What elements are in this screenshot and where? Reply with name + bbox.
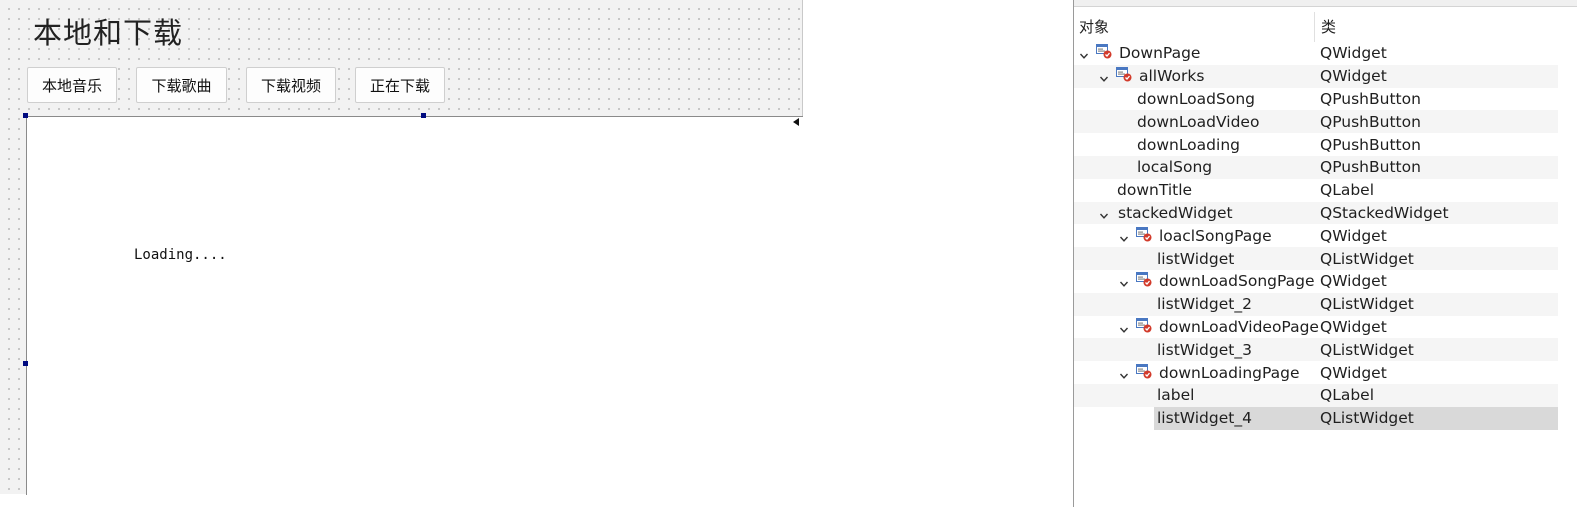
class-name-label: QWidget <box>1320 272 1387 291</box>
page-title: 本地和下载 <box>33 16 184 50</box>
tree-row-listwidget[interactable]: listWidget QListWidget <box>1074 247 1558 270</box>
tree-row-downloadvideopage[interactable]: downLoadVideoPage QWidget <box>1074 316 1558 339</box>
object-name-cell: downLoadSong <box>1074 88 1315 111</box>
resize-handle-top-left[interactable] <box>23 113 28 118</box>
download-songs-button[interactable]: 下载歌曲 <box>136 67 227 103</box>
object-name-label: downLoadVideoPage <box>1159 317 1319 336</box>
tree-row-loaclsongpage[interactable]: loaclSongPage QWidget <box>1074 224 1558 247</box>
object-name-label: stackedWidget <box>1118 203 1233 222</box>
object-name-cell: listWidget_4 <box>1074 407 1315 430</box>
object-name-cell: allWorks <box>1074 65 1315 88</box>
object-name-cell: localSong <box>1074 156 1315 179</box>
tree-row-stackedwidget[interactable]: stackedWidget QStackedWidget <box>1074 201 1558 225</box>
tree-row-listwidget-3[interactable]: listWidget_3 QListWidget <box>1074 338 1558 362</box>
object-name-label: downLoadSong <box>1137 89 1255 108</box>
object-name-cell: listWidget_2 <box>1074 293 1315 316</box>
object-name-cell: listWidget_3 <box>1074 338 1315 361</box>
chevron-down-icon[interactable] <box>1119 230 1129 242</box>
class-name-label: QPushButton <box>1320 112 1421 131</box>
object-name-label: listWidget_3 <box>1157 340 1252 359</box>
object-name-label: listWidget <box>1157 249 1235 268</box>
tree-row-listwidget-2[interactable]: listWidget_2 QListWidget <box>1074 292 1558 316</box>
chevron-down-icon[interactable] <box>1119 367 1129 379</box>
class-name-label: QWidget <box>1320 67 1387 86</box>
class-name-label: QStackedWidget <box>1320 203 1449 222</box>
tree-row-allworks[interactable]: allWorks QWidget <box>1074 64 1558 88</box>
downloading-button[interactable]: 正在下载 <box>355 67 445 103</box>
object-name-cell: downLoadVideoPage <box>1074 316 1319 339</box>
resize-handle-middle-left[interactable] <box>23 361 28 366</box>
class-name-label: QWidget <box>1320 44 1387 63</box>
object-name-label: loaclSongPage <box>1159 226 1272 245</box>
object-name-cell: downTitle <box>1074 179 1315 202</box>
object-name-label: DownPage <box>1119 44 1201 63</box>
class-name-label: QPushButton <box>1320 158 1421 177</box>
object-name-cell: listWidget <box>1074 247 1315 270</box>
tree-row-listwidget-4[interactable]: listWidget_4 QListWidget <box>1074 406 1558 430</box>
loading-label: Loading.... <box>134 247 227 263</box>
class-name-label: QListWidget <box>1320 409 1414 428</box>
tree-row-downloadsong[interactable]: downLoadSong QPushButton <box>1074 88 1558 111</box>
class-name-label: QListWidget <box>1320 249 1414 268</box>
object-name-cell: stackedWidget <box>1074 202 1315 225</box>
object-name-cell: downLoadSongPage <box>1074 270 1315 293</box>
tree-row-downpage[interactable]: DownPage QWidget <box>1074 42 1558 65</box>
tree-row-downloadvideo[interactable]: downLoadVideo QPushButton <box>1074 110 1558 134</box>
widget-icon <box>1096 44 1112 59</box>
class-name-label: QLabel <box>1320 386 1375 405</box>
widget-icon <box>1136 226 1152 242</box>
page-switch-arrow-icon[interactable] <box>793 118 799 126</box>
object-name-label: downLoadVideo <box>1137 112 1260 131</box>
object-name-label: localSong <box>1137 158 1213 177</box>
class-name-label: QListWidget <box>1320 295 1414 314</box>
tree-row-label[interactable]: label QLabel <box>1074 383 1558 407</box>
chevron-down-icon[interactable] <box>1119 275 1129 288</box>
tree-row-downloadsongpage[interactable]: downLoadSongPage QWidget <box>1074 270 1558 293</box>
object-name-label: downLoadingPage <box>1159 363 1300 382</box>
widget-icon <box>1136 317 1152 333</box>
tree-row-localsong[interactable]: localSong QPushButton <box>1074 155 1558 179</box>
object-name-cell: DownPage <box>1074 42 1315 65</box>
object-name-cell: downLoading <box>1074 133 1315 156</box>
form-canvas[interactable]: 本地和下载 本地音乐 下载歌曲 下载视频 正在下载 Loading.... <box>0 0 803 495</box>
object-name-label: allWorks <box>1139 67 1205 86</box>
object-name-cell: loaclSongPage <box>1074 224 1315 247</box>
object-name-label: listWidget_4 <box>1157 409 1252 428</box>
class-name-label: QLabel <box>1320 181 1375 200</box>
chevron-down-icon[interactable] <box>1099 70 1109 83</box>
inspector-header: 对象 类 <box>1074 12 1558 42</box>
object-name-cell: downLoadingPage <box>1074 361 1315 384</box>
local-music-button[interactable]: 本地音乐 <box>27 67 117 103</box>
object-name-label: listWidget_2 <box>1157 295 1252 314</box>
class-name-label: QWidget <box>1320 317 1387 336</box>
object-inspector: 对象 类 DownPage QWidget allWorks QWidget down… <box>1073 0 1577 507</box>
chevron-down-icon[interactable] <box>1099 207 1109 219</box>
widget-icon <box>1136 272 1152 287</box>
chevron-down-icon[interactable] <box>1079 47 1089 60</box>
object-name-label: downTitle <box>1117 181 1193 200</box>
column-header-object[interactable]: 对象 <box>1074 12 1315 42</box>
object-name-cell: downLoadVideo <box>1074 110 1315 133</box>
class-name-label: QPushButton <box>1320 135 1421 154</box>
class-name-label: QWidget <box>1320 226 1387 245</box>
tree-row-downloading[interactable]: downLoading QPushButton <box>1074 133 1558 156</box>
tree-row-downloadingpage[interactable]: downLoadingPage QWidget <box>1074 361 1558 384</box>
resize-handle-top-middle[interactable] <box>421 113 426 118</box>
object-name-cell: label <box>1074 384 1315 407</box>
object-name-label: downLoadSongPage <box>1159 272 1315 291</box>
object-name-label: downLoading <box>1137 135 1240 154</box>
tree-row-downtitle[interactable]: downTitle QLabel <box>1074 179 1558 202</box>
inspector-title-strip <box>1074 0 1577 7</box>
class-name-label: QListWidget <box>1320 340 1414 359</box>
object-name-label: label <box>1157 386 1195 405</box>
stacked-widget[interactable]: Loading.... <box>26 116 803 495</box>
object-tree: DownPage QWidget allWorks QWidget downLoadS… <box>1074 42 1558 430</box>
class-name-label: QWidget <box>1320 363 1387 382</box>
widget-icon <box>1116 67 1132 82</box>
chevron-down-icon[interactable] <box>1119 321 1129 333</box>
widget-icon <box>1136 363 1152 379</box>
column-header-class[interactable]: 类 <box>1315 12 1336 42</box>
download-videos-button[interactable]: 下载视频 <box>246 67 336 103</box>
class-name-label: QPushButton <box>1320 89 1421 108</box>
